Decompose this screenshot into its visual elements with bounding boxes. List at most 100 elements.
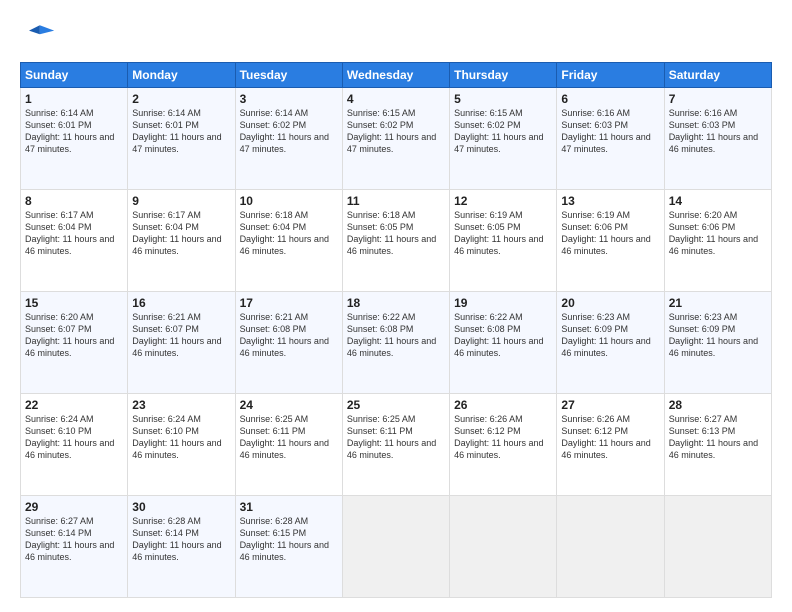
day-info: Sunrise: 6:28 AMSunset: 6:14 PMDaylight:… xyxy=(132,516,221,562)
table-row: 14 Sunrise: 6:20 AMSunset: 6:06 PMDaylig… xyxy=(664,190,771,292)
table-row: 10 Sunrise: 6:18 AMSunset: 6:04 PMDaylig… xyxy=(235,190,342,292)
day-info: Sunrise: 6:15 AMSunset: 6:02 PMDaylight:… xyxy=(347,108,436,154)
table-row: 23 Sunrise: 6:24 AMSunset: 6:10 PMDaylig… xyxy=(128,394,235,496)
day-number: 28 xyxy=(669,398,767,412)
logo-icon xyxy=(20,18,56,54)
day-number: 16 xyxy=(132,296,230,310)
table-row: 17 Sunrise: 6:21 AMSunset: 6:08 PMDaylig… xyxy=(235,292,342,394)
day-number: 17 xyxy=(240,296,338,310)
table-row: 25 Sunrise: 6:25 AMSunset: 6:11 PMDaylig… xyxy=(342,394,449,496)
table-row: 9 Sunrise: 6:17 AMSunset: 6:04 PMDayligh… xyxy=(128,190,235,292)
day-info: Sunrise: 6:18 AMSunset: 6:05 PMDaylight:… xyxy=(347,210,436,256)
page: Sunday Monday Tuesday Wednesday Thursday… xyxy=(0,0,792,612)
day-number: 9 xyxy=(132,194,230,208)
day-number: 30 xyxy=(132,500,230,514)
day-number: 2 xyxy=(132,92,230,106)
table-row: 30 Sunrise: 6:28 AMSunset: 6:14 PMDaylig… xyxy=(128,496,235,598)
day-info: Sunrise: 6:28 AMSunset: 6:15 PMDaylight:… xyxy=(240,516,329,562)
day-info: Sunrise: 6:14 AMSunset: 6:02 PMDaylight:… xyxy=(240,108,329,154)
table-row: 13 Sunrise: 6:19 AMSunset: 6:06 PMDaylig… xyxy=(557,190,664,292)
day-number: 15 xyxy=(25,296,123,310)
day-info: Sunrise: 6:24 AMSunset: 6:10 PMDaylight:… xyxy=(25,414,114,460)
header-saturday: Saturday xyxy=(664,63,771,88)
day-info: Sunrise: 6:19 AMSunset: 6:05 PMDaylight:… xyxy=(454,210,543,256)
table-row: 6 Sunrise: 6:16 AMSunset: 6:03 PMDayligh… xyxy=(557,88,664,190)
day-info: Sunrise: 6:15 AMSunset: 6:02 PMDaylight:… xyxy=(454,108,543,154)
day-number: 25 xyxy=(347,398,445,412)
day-number: 21 xyxy=(669,296,767,310)
header-friday: Friday xyxy=(557,63,664,88)
header-monday: Monday xyxy=(128,63,235,88)
day-number: 4 xyxy=(347,92,445,106)
calendar-week-row: 1 Sunrise: 6:14 AMSunset: 6:01 PMDayligh… xyxy=(21,88,772,190)
table-row: 21 Sunrise: 6:23 AMSunset: 6:09 PMDaylig… xyxy=(664,292,771,394)
day-number: 26 xyxy=(454,398,552,412)
day-number: 1 xyxy=(25,92,123,106)
table-row: 16 Sunrise: 6:21 AMSunset: 6:07 PMDaylig… xyxy=(128,292,235,394)
day-info: Sunrise: 6:22 AMSunset: 6:08 PMDaylight:… xyxy=(347,312,436,358)
table-row: 3 Sunrise: 6:14 AMSunset: 6:02 PMDayligh… xyxy=(235,88,342,190)
table-row: 26 Sunrise: 6:26 AMSunset: 6:12 PMDaylig… xyxy=(450,394,557,496)
table-row xyxy=(557,496,664,598)
header-thursday: Thursday xyxy=(450,63,557,88)
table-row: 7 Sunrise: 6:16 AMSunset: 6:03 PMDayligh… xyxy=(664,88,771,190)
day-info: Sunrise: 6:20 AMSunset: 6:06 PMDaylight:… xyxy=(669,210,758,256)
day-number: 14 xyxy=(669,194,767,208)
table-row: 2 Sunrise: 6:14 AMSunset: 6:01 PMDayligh… xyxy=(128,88,235,190)
table-row: 12 Sunrise: 6:19 AMSunset: 6:05 PMDaylig… xyxy=(450,190,557,292)
day-number: 27 xyxy=(561,398,659,412)
day-info: Sunrise: 6:25 AMSunset: 6:11 PMDaylight:… xyxy=(240,414,329,460)
day-number: 11 xyxy=(347,194,445,208)
calendar-week-row: 8 Sunrise: 6:17 AMSunset: 6:04 PMDayligh… xyxy=(21,190,772,292)
table-row xyxy=(450,496,557,598)
day-number: 22 xyxy=(25,398,123,412)
table-row: 31 Sunrise: 6:28 AMSunset: 6:15 PMDaylig… xyxy=(235,496,342,598)
table-row: 29 Sunrise: 6:27 AMSunset: 6:14 PMDaylig… xyxy=(21,496,128,598)
day-info: Sunrise: 6:26 AMSunset: 6:12 PMDaylight:… xyxy=(561,414,650,460)
day-info: Sunrise: 6:14 AMSunset: 6:01 PMDaylight:… xyxy=(25,108,114,154)
table-row xyxy=(342,496,449,598)
day-info: Sunrise: 6:24 AMSunset: 6:10 PMDaylight:… xyxy=(132,414,221,460)
table-row xyxy=(664,496,771,598)
table-row: 15 Sunrise: 6:20 AMSunset: 6:07 PMDaylig… xyxy=(21,292,128,394)
calendar-week-row: 29 Sunrise: 6:27 AMSunset: 6:14 PMDaylig… xyxy=(21,496,772,598)
table-row: 18 Sunrise: 6:22 AMSunset: 6:08 PMDaylig… xyxy=(342,292,449,394)
top-section xyxy=(20,18,772,54)
day-number: 31 xyxy=(240,500,338,514)
table-row: 19 Sunrise: 6:22 AMSunset: 6:08 PMDaylig… xyxy=(450,292,557,394)
day-info: Sunrise: 6:14 AMSunset: 6:01 PMDaylight:… xyxy=(132,108,221,154)
day-info: Sunrise: 6:23 AMSunset: 6:09 PMDaylight:… xyxy=(561,312,650,358)
table-row: 24 Sunrise: 6:25 AMSunset: 6:11 PMDaylig… xyxy=(235,394,342,496)
day-info: Sunrise: 6:17 AMSunset: 6:04 PMDaylight:… xyxy=(132,210,221,256)
header-sunday: Sunday xyxy=(21,63,128,88)
calendar-table: Sunday Monday Tuesday Wednesday Thursday… xyxy=(20,62,772,598)
table-row: 11 Sunrise: 6:18 AMSunset: 6:05 PMDaylig… xyxy=(342,190,449,292)
table-row: 22 Sunrise: 6:24 AMSunset: 6:10 PMDaylig… xyxy=(21,394,128,496)
day-number: 29 xyxy=(25,500,123,514)
day-info: Sunrise: 6:21 AMSunset: 6:07 PMDaylight:… xyxy=(132,312,221,358)
day-number: 12 xyxy=(454,194,552,208)
day-info: Sunrise: 6:27 AMSunset: 6:13 PMDaylight:… xyxy=(669,414,758,460)
day-number: 19 xyxy=(454,296,552,310)
day-number: 6 xyxy=(561,92,659,106)
day-info: Sunrise: 6:26 AMSunset: 6:12 PMDaylight:… xyxy=(454,414,543,460)
day-number: 3 xyxy=(240,92,338,106)
header-tuesday: Tuesday xyxy=(235,63,342,88)
day-info: Sunrise: 6:17 AMSunset: 6:04 PMDaylight:… xyxy=(25,210,114,256)
day-number: 10 xyxy=(240,194,338,208)
day-info: Sunrise: 6:23 AMSunset: 6:09 PMDaylight:… xyxy=(669,312,758,358)
table-row: 1 Sunrise: 6:14 AMSunset: 6:01 PMDayligh… xyxy=(21,88,128,190)
day-info: Sunrise: 6:27 AMSunset: 6:14 PMDaylight:… xyxy=(25,516,114,562)
day-number: 13 xyxy=(561,194,659,208)
day-info: Sunrise: 6:20 AMSunset: 6:07 PMDaylight:… xyxy=(25,312,114,358)
calendar-week-row: 22 Sunrise: 6:24 AMSunset: 6:10 PMDaylig… xyxy=(21,394,772,496)
day-number: 20 xyxy=(561,296,659,310)
day-info: Sunrise: 6:22 AMSunset: 6:08 PMDaylight:… xyxy=(454,312,543,358)
logo xyxy=(20,18,62,54)
day-info: Sunrise: 6:21 AMSunset: 6:08 PMDaylight:… xyxy=(240,312,329,358)
day-info: Sunrise: 6:19 AMSunset: 6:06 PMDaylight:… xyxy=(561,210,650,256)
day-number: 24 xyxy=(240,398,338,412)
table-row: 27 Sunrise: 6:26 AMSunset: 6:12 PMDaylig… xyxy=(557,394,664,496)
day-number: 7 xyxy=(669,92,767,106)
calendar-header-row: Sunday Monday Tuesday Wednesday Thursday… xyxy=(21,63,772,88)
